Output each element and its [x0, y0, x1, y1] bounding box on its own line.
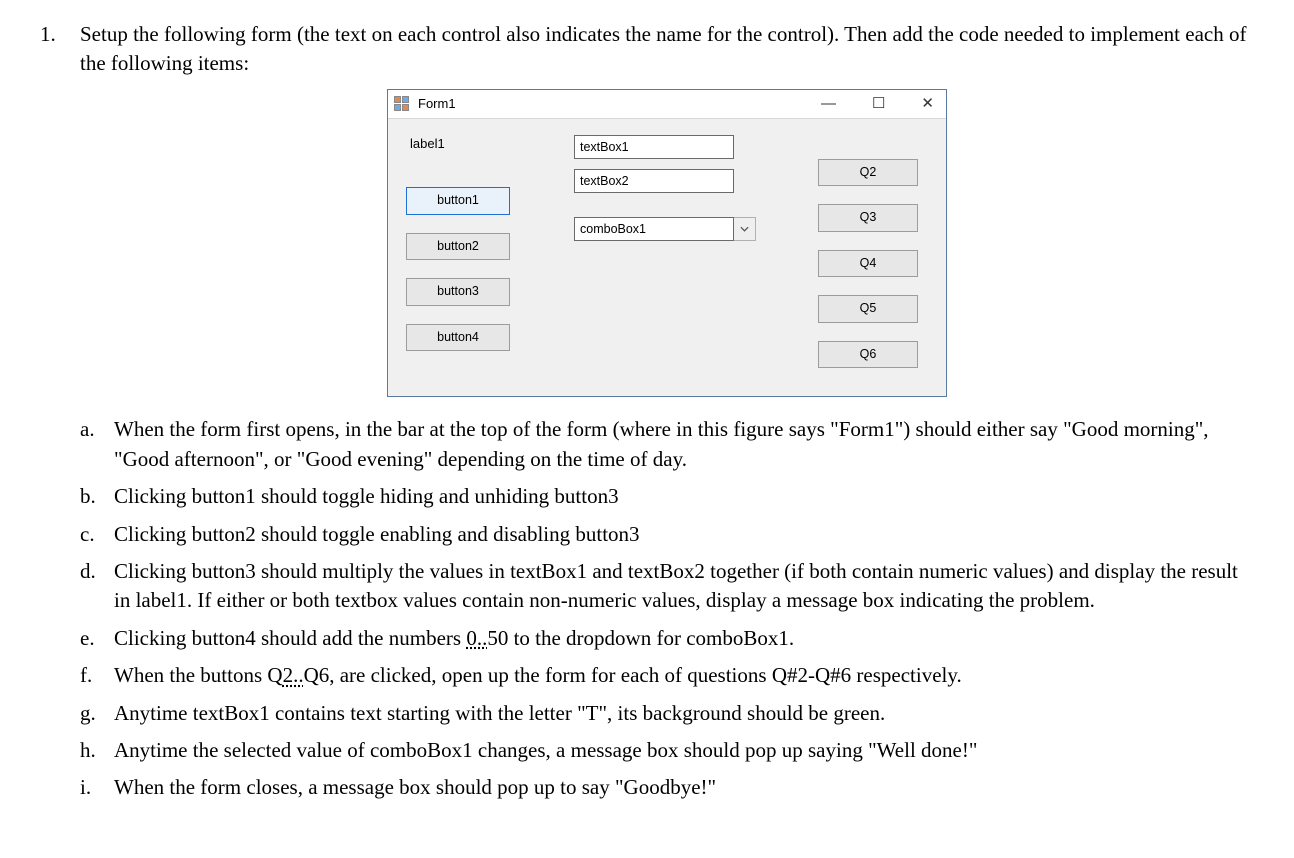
marker-i: i.: [80, 773, 100, 802]
marker-c: c.: [80, 520, 100, 549]
button1[interactable]: button1: [406, 187, 510, 215]
item-c: c. Clicking button2 should toggle enabli…: [80, 520, 1254, 549]
button3[interactable]: button3: [406, 278, 510, 306]
marker-g: g.: [80, 699, 100, 728]
textbox1[interactable]: [574, 135, 734, 159]
maximize-icon[interactable]: ☐: [872, 96, 885, 111]
marker-e: e.: [80, 624, 100, 653]
q6-button[interactable]: Q6: [818, 341, 918, 369]
right-column: Q2 Q3 Q4 Q5 Q6: [818, 135, 928, 387]
question-1-content: Setup the following form (the text on ea…: [80, 20, 1254, 811]
q3-button[interactable]: Q3: [818, 204, 918, 232]
text-d: Clicking button3 should multiply the val…: [114, 557, 1254, 616]
form-client-area: label1 button1 button2 button3 button4: [388, 119, 946, 397]
text-f: When the buttons Q2..Q6, are clicked, op…: [114, 661, 962, 690]
item-g: g. Anytime textBox1 contains text starti…: [80, 699, 1254, 728]
text-b: Clicking button1 should toggle hiding an…: [114, 482, 619, 511]
form1-window: Form1 — ☐ ✕ label1 button1 button2 butto…: [387, 89, 947, 398]
marker-a: a.: [80, 415, 100, 474]
left-column: label1 button1 button2 button3 button4: [406, 135, 536, 387]
window-controls: — ☐ ✕: [821, 96, 938, 111]
item-d: d. Clicking button3 should multiply the …: [80, 557, 1254, 616]
text-e: Clicking button4 should add the numbers …: [114, 624, 794, 653]
item-f: f. When the buttons Q2..Q6, are clicked,…: [80, 661, 1254, 690]
item-e: e. Clicking button4 should add the numbe…: [80, 624, 1254, 653]
text-c: Clicking button2 should toggle enabling …: [114, 520, 640, 549]
button4[interactable]: button4: [406, 324, 510, 352]
combobox1-wrap: [574, 217, 764, 241]
marker-f: f.: [80, 661, 100, 690]
marker-h: h.: [80, 736, 100, 765]
question-1: 1. Setup the following form (the text on…: [40, 20, 1254, 811]
item-b: b. Clicking button1 should toggle hiding…: [80, 482, 1254, 511]
textbox2[interactable]: [574, 169, 734, 193]
item-h: h. Anytime the selected value of comboBo…: [80, 736, 1254, 765]
marker-b: b.: [80, 482, 100, 511]
window-title: Form1: [418, 95, 456, 113]
app-icon: [394, 96, 410, 112]
minimize-icon[interactable]: —: [821, 96, 836, 111]
q2-button[interactable]: Q2: [818, 159, 918, 187]
intro-text: Setup the following form (the text on ea…: [80, 20, 1254, 79]
button2[interactable]: button2: [406, 233, 510, 261]
chevron-down-icon[interactable]: [734, 217, 756, 241]
combobox1[interactable]: [574, 217, 734, 241]
item-a: a. When the form first opens, in the bar…: [80, 415, 1254, 474]
label1: label1: [406, 135, 536, 153]
underlined-2: 2..: [283, 663, 304, 687]
text-a: When the form first opens, in the bar at…: [114, 415, 1254, 474]
form-figure: Form1 — ☐ ✕ label1 button1 button2 butto…: [80, 89, 1254, 398]
underlined-0: 0..: [466, 626, 487, 650]
text-i: When the form closes, a message box shou…: [114, 773, 716, 802]
q5-button[interactable]: Q5: [818, 295, 918, 323]
titlebar: Form1 — ☐ ✕: [388, 90, 946, 119]
item-i: i. When the form closes, a message box s…: [80, 773, 1254, 802]
q4-button[interactable]: Q4: [818, 250, 918, 278]
middle-column: [574, 135, 764, 387]
marker-d: d.: [80, 557, 100, 616]
sub-item-list: a. When the form first opens, in the bar…: [80, 415, 1254, 802]
list-marker-1: 1.: [40, 20, 62, 811]
text-h: Anytime the selected value of comboBox1 …: [114, 736, 977, 765]
close-icon[interactable]: ✕: [921, 96, 934, 111]
text-g: Anytime textBox1 contains text starting …: [114, 699, 885, 728]
